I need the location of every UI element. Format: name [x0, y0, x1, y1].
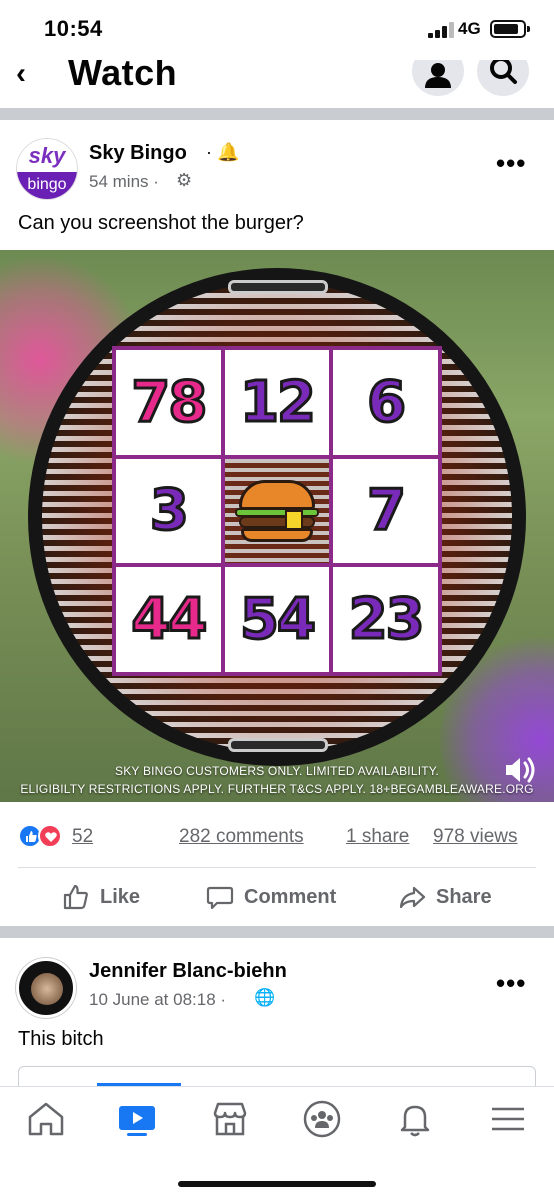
second-post: Jennifer Blanc-biehn 10 June at 08:18 · …	[0, 938, 554, 1096]
share-icon	[399, 886, 426, 909]
more-icon[interactable]: •••	[496, 148, 526, 179]
post2-time-text: 10 June at 08:18	[89, 990, 216, 1009]
bingo-cell: 12	[224, 350, 330, 455]
bell-icon: · 🔔	[206, 142, 240, 162]
grill-handle	[228, 280, 328, 294]
home-icon[interactable]	[24, 1097, 68, 1141]
share-label: Share	[436, 885, 492, 908]
love-reaction-icon	[38, 824, 62, 848]
home-indicator	[178, 1181, 376, 1187]
search-icon	[490, 60, 517, 84]
globe-icon: 🌐	[254, 988, 276, 1007]
views-count[interactable]: 978 views	[433, 826, 518, 848]
post2-text: This bitch	[18, 1028, 104, 1050]
post-time-text: 54 mins	[89, 172, 149, 191]
profile-icon	[425, 63, 451, 88]
gear-icon: ⚙	[176, 170, 193, 190]
bingo-cell: 3	[116, 458, 221, 564]
bingo-cell: 54	[224, 567, 330, 672]
bingo-cell: 78	[116, 350, 221, 455]
groups-icon[interactable]	[300, 1097, 344, 1141]
logo-bingo-text: bingo	[17, 172, 77, 199]
signal-icon	[428, 22, 454, 38]
profile-button[interactable]	[412, 60, 464, 96]
search-button[interactable]	[477, 60, 529, 96]
section-divider	[0, 108, 554, 120]
like-label: Like	[100, 885, 141, 908]
share-button[interactable]: Share	[398, 882, 492, 912]
network-label: 4G	[458, 19, 481, 38]
post-time: 54 mins ·	[89, 172, 159, 191]
author-avatar[interactable]	[16, 958, 76, 1018]
burger-icon	[234, 476, 319, 546]
watch-header: ‹ Watch	[0, 60, 554, 108]
marketplace-icon[interactable]	[208, 1097, 252, 1141]
post-header: sky bingo Sky Bingo · 🔔 54 mins · ⚙ ••• …	[0, 120, 554, 250]
post2-time: 10 June at 08:18 ·	[89, 990, 227, 1009]
bingo-cell: 7	[333, 458, 438, 564]
logo-sky-text: sky	[28, 143, 66, 168]
section-divider	[0, 926, 554, 938]
sound-icon[interactable]	[500, 750, 540, 790]
back-icon[interactable]: ‹	[16, 60, 26, 89]
post-text: Can you screenshot the burger?	[18, 212, 304, 234]
comment-button[interactable]: Comment	[206, 882, 336, 912]
comment-label: Comment	[244, 885, 337, 908]
disclaimer-line: ELIGIBILTY RESTRICTIONS APPLY. FURTHER T…	[20, 782, 534, 796]
post-actions: Like Comment Share	[0, 868, 554, 926]
status-bar: 10:54 4G	[0, 0, 554, 60]
bingo-cell: 44	[116, 567, 221, 672]
notifications-icon[interactable]	[393, 1097, 437, 1141]
bingo-cell: 6	[333, 350, 438, 455]
bingo-cell-center	[224, 458, 330, 564]
page-title: Watch	[68, 60, 178, 93]
post-stats: 52 282 comments 1 share 978 views	[18, 802, 536, 868]
watch-icon[interactable]	[115, 1097, 159, 1141]
status-time: 10:54	[44, 16, 103, 41]
more-icon[interactable]: •••	[496, 968, 526, 999]
reactions-count[interactable]: 52	[72, 826, 93, 848]
like-button[interactable]: Like	[62, 882, 140, 912]
bingo-cell: 23	[333, 567, 438, 672]
like-icon	[63, 884, 88, 910]
bingo-board: 78 12 6 3 7 44 54 23	[112, 346, 442, 676]
author-name[interactable]: Jennifer Blanc-biehn	[89, 960, 287, 983]
comments-count[interactable]: 282 comments	[179, 826, 304, 848]
grill-handle	[228, 738, 328, 752]
comment-icon	[206, 886, 234, 910]
disclaimer-line: SKY BINGO CUSTOMERS ONLY. LIMITED AVAILA…	[115, 764, 439, 778]
battery-icon	[490, 20, 530, 38]
video-player[interactable]: 78 12 6 3 7 44 54 23 SKY BINGO CUSTOMERS…	[0, 250, 554, 802]
menu-icon[interactable]	[486, 1097, 530, 1141]
shares-count[interactable]: 1 share	[346, 826, 409, 848]
page-avatar[interactable]: sky bingo	[16, 138, 78, 200]
page-name[interactable]: Sky Bingo	[89, 142, 187, 165]
bottom-navigation	[0, 1086, 554, 1200]
